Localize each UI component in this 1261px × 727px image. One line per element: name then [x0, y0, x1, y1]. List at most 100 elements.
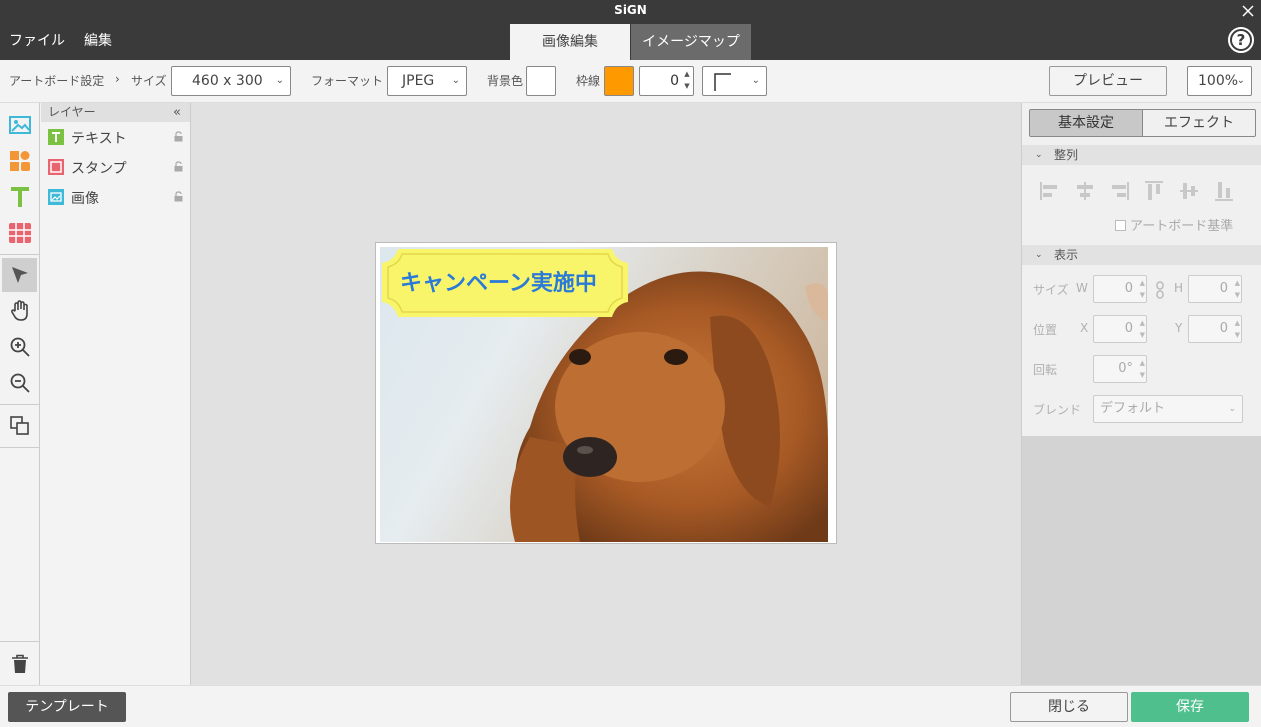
breadcrumb-separator: ›: [115, 72, 120, 86]
add-table-icon[interactable]: [2, 216, 37, 250]
align-left-icon[interactable]: [1039, 180, 1061, 202]
select-pointer-icon[interactable]: [2, 258, 37, 292]
save-button[interactable]: 保存: [1131, 692, 1249, 722]
corner-style-icon: [714, 73, 731, 91]
bg-color-swatch[interactable]: [526, 66, 556, 96]
close-button[interactable]: 閉じる: [1010, 692, 1128, 722]
artboard-basis-checkbox[interactable]: アートボード基準: [1115, 215, 1233, 234]
align-section-header[interactable]: ⌄ 整列: [1022, 145, 1261, 165]
layer-label: テキスト: [71, 131, 127, 147]
tab-effect[interactable]: エフェクト: [1142, 109, 1256, 137]
add-stamp-icon[interactable]: [2, 144, 37, 178]
stepper-icon[interactable]: ▲ ▼: [1235, 317, 1240, 341]
stepper-icon[interactable]: ▲ ▼: [682, 68, 692, 94]
menu-file[interactable]: ファイル: [9, 21, 65, 60]
chevron-down-icon: ⌄: [751, 75, 760, 86]
chevron-down-icon: ⌄: [451, 75, 460, 86]
width-value: 0: [1124, 281, 1133, 296]
format-value: JPEG: [402, 73, 435, 89]
zoom-out-icon[interactable]: [2, 366, 37, 400]
size-label: サイズ: [131, 74, 167, 88]
stamp-text: キャンペーン実施中: [400, 271, 597, 296]
y-value: 0: [1219, 321, 1228, 336]
stepper-icon[interactable]: ▲ ▼: [1140, 357, 1145, 381]
w-label: W: [1076, 281, 1088, 295]
border-color-swatch[interactable]: [604, 66, 634, 96]
rotation-prop-label: 回転: [1033, 363, 1058, 377]
rotation-value: 0°: [1118, 361, 1133, 376]
title-bar: SiGN: [0, 0, 1261, 21]
add-image-icon[interactable]: [2, 108, 37, 142]
y-label: Y: [1175, 321, 1183, 335]
layer-item-image[interactable]: 画像: [41, 182, 190, 212]
lock-icon[interactable]: [174, 191, 183, 202]
close-window-icon[interactable]: [1239, 0, 1257, 21]
tab-image-edit[interactable]: 画像編集: [510, 24, 630, 60]
campaign-stamp[interactable]: キャンペーン実施中: [380, 247, 632, 319]
arrange-layers-icon[interactable]: [2, 409, 37, 443]
size-value: 460 x 300: [192, 73, 263, 89]
h-label: H: [1174, 281, 1184, 295]
text-layer-icon: [48, 129, 64, 145]
stepper-icon[interactable]: ▲ ▼: [1235, 277, 1240, 301]
height-input[interactable]: 0 ▲ ▼: [1188, 275, 1242, 303]
tab-basic-settings[interactable]: 基本設定: [1029, 109, 1143, 137]
display-section-title: 表示: [1054, 248, 1079, 262]
artboard[interactable]: キャンペーン実施中: [375, 242, 837, 544]
chevron-down-icon: ⌄: [1236, 75, 1245, 86]
stepper-icon[interactable]: ▲ ▼: [1140, 317, 1145, 341]
layer-item-text[interactable]: テキスト: [41, 122, 190, 152]
add-text-icon[interactable]: [2, 180, 37, 214]
app-title: SiGN: [614, 3, 647, 17]
dog-photo[interactable]: キャンペーン実施中: [380, 247, 828, 542]
tool-strip: [0, 103, 40, 685]
bg-color-label: 背景色: [487, 74, 524, 88]
x-value: 0: [1124, 321, 1133, 336]
layer-label: スタンプ: [71, 161, 127, 177]
template-button[interactable]: テンプレート: [8, 692, 126, 722]
preview-button[interactable]: プレビュー: [1049, 66, 1167, 96]
align-center-v-icon[interactable]: [1178, 180, 1200, 202]
display-section-header[interactable]: ⌄ 表示: [1022, 245, 1261, 265]
align-bottom-icon[interactable]: [1213, 180, 1235, 202]
size-select[interactable]: 460 x 300 ⌄: [171, 66, 291, 96]
help-icon[interactable]: ?: [1228, 27, 1254, 53]
zoom-in-icon[interactable]: [2, 330, 37, 364]
trash-icon[interactable]: [2, 647, 37, 681]
stepper-icon[interactable]: ▲ ▼: [1140, 277, 1145, 301]
border-width-input[interactable]: 0 ▲ ▼: [639, 66, 694, 96]
menu-bar: ファイル 編集 画像編集 イメージマップ ?: [0, 21, 1261, 60]
align-right-icon[interactable]: [1108, 180, 1130, 202]
menu-edit[interactable]: 編集: [84, 21, 112, 60]
link-chain-icon[interactable]: [1155, 281, 1165, 299]
format-select[interactable]: JPEG ⌄: [387, 66, 467, 96]
tab-image-map[interactable]: イメージマップ: [631, 24, 751, 60]
image-layer-icon: [48, 189, 64, 205]
blend-value: デフォルト: [1100, 401, 1166, 416]
format-label: フォーマット: [311, 74, 384, 88]
x-label: X: [1080, 321, 1089, 335]
layer-panel: レイヤー « テキスト スタンプ 画像: [41, 103, 191, 685]
width-input[interactable]: 0 ▲ ▼: [1093, 275, 1147, 303]
border-corner-select[interactable]: ⌄: [702, 66, 767, 96]
blend-select[interactable]: デフォルト ⌄: [1093, 395, 1243, 423]
chevron-down-icon: ⌄: [1228, 404, 1236, 414]
x-input[interactable]: 0 ▲ ▼: [1093, 315, 1147, 343]
zoom-value: 100%: [1198, 73, 1239, 89]
rotation-input[interactable]: 0° ▲ ▼: [1093, 355, 1147, 383]
chevron-down-icon: ⌄: [275, 75, 284, 86]
align-top-icon[interactable]: [1143, 180, 1165, 202]
lock-icon[interactable]: [174, 161, 183, 172]
collapse-panel-icon[interactable]: «: [173, 103, 181, 122]
checkbox-box[interactable]: [1115, 220, 1126, 231]
y-input[interactable]: 0 ▲ ▼: [1188, 315, 1242, 343]
layer-item-stamp[interactable]: スタンプ: [41, 152, 190, 182]
layer-panel-header: レイヤー «: [41, 103, 190, 122]
hand-pan-icon[interactable]: [2, 294, 37, 328]
align-center-h-icon[interactable]: [1074, 180, 1096, 202]
stamp-layer-icon: [48, 159, 64, 175]
canvas-area[interactable]: キャンペーン実施中: [191, 103, 1021, 685]
lock-icon[interactable]: [174, 131, 183, 142]
blend-prop-label: ブレンド: [1033, 403, 1082, 417]
zoom-select[interactable]: 100% ⌄: [1187, 66, 1252, 96]
